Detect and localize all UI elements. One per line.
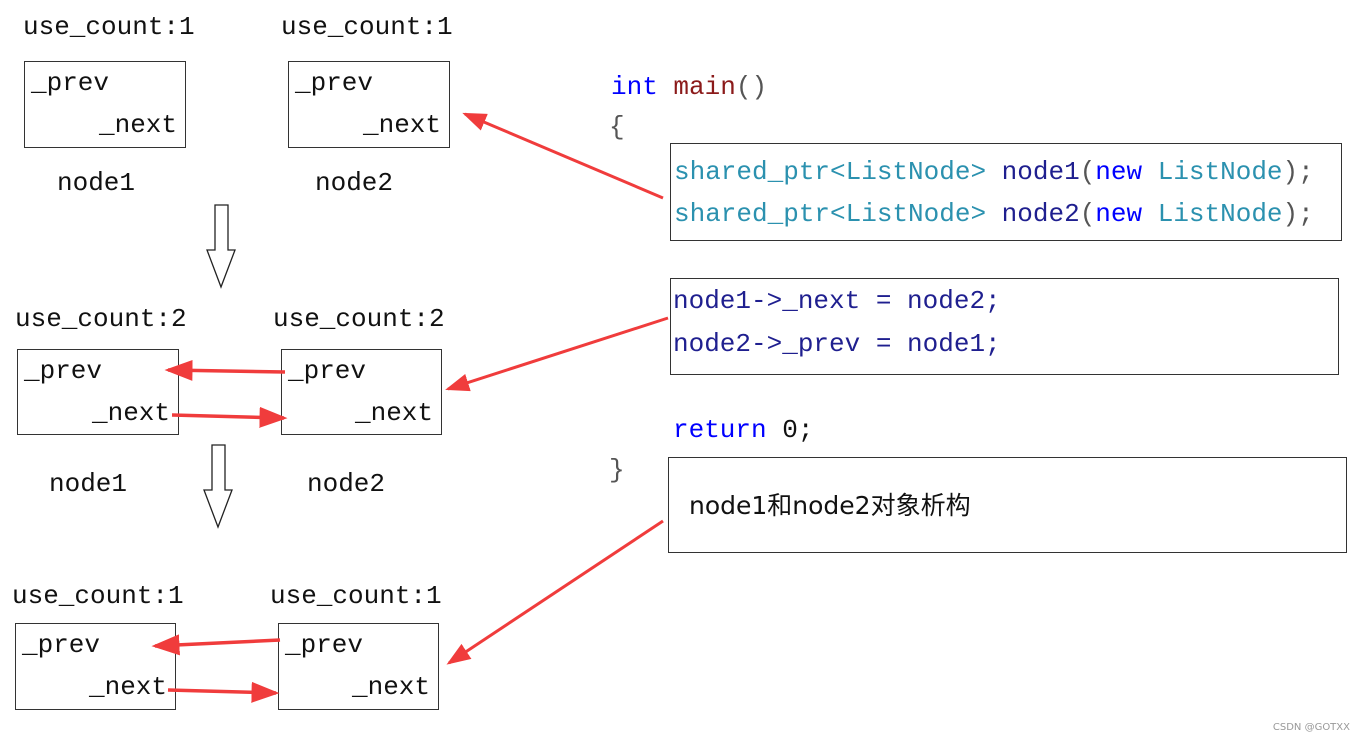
watermark: CSDN @GOTXX xyxy=(1272,722,1350,733)
prev-link-arrow xyxy=(164,359,286,381)
pointer-arrow xyxy=(446,519,664,665)
next-link-arrow xyxy=(171,406,288,428)
pointer-arrow xyxy=(445,316,669,392)
pointer-arrow xyxy=(462,112,664,200)
down-arrow-icon xyxy=(206,204,236,289)
prev-link-arrow xyxy=(151,634,281,656)
shared-ptr-cycle-diagram: use_count:1 use_count:1 _prev _next _pre… xyxy=(0,0,1364,741)
down-arrow-icon xyxy=(203,444,233,529)
next-link-arrow xyxy=(167,681,280,703)
arrows-layer xyxy=(151,112,669,703)
